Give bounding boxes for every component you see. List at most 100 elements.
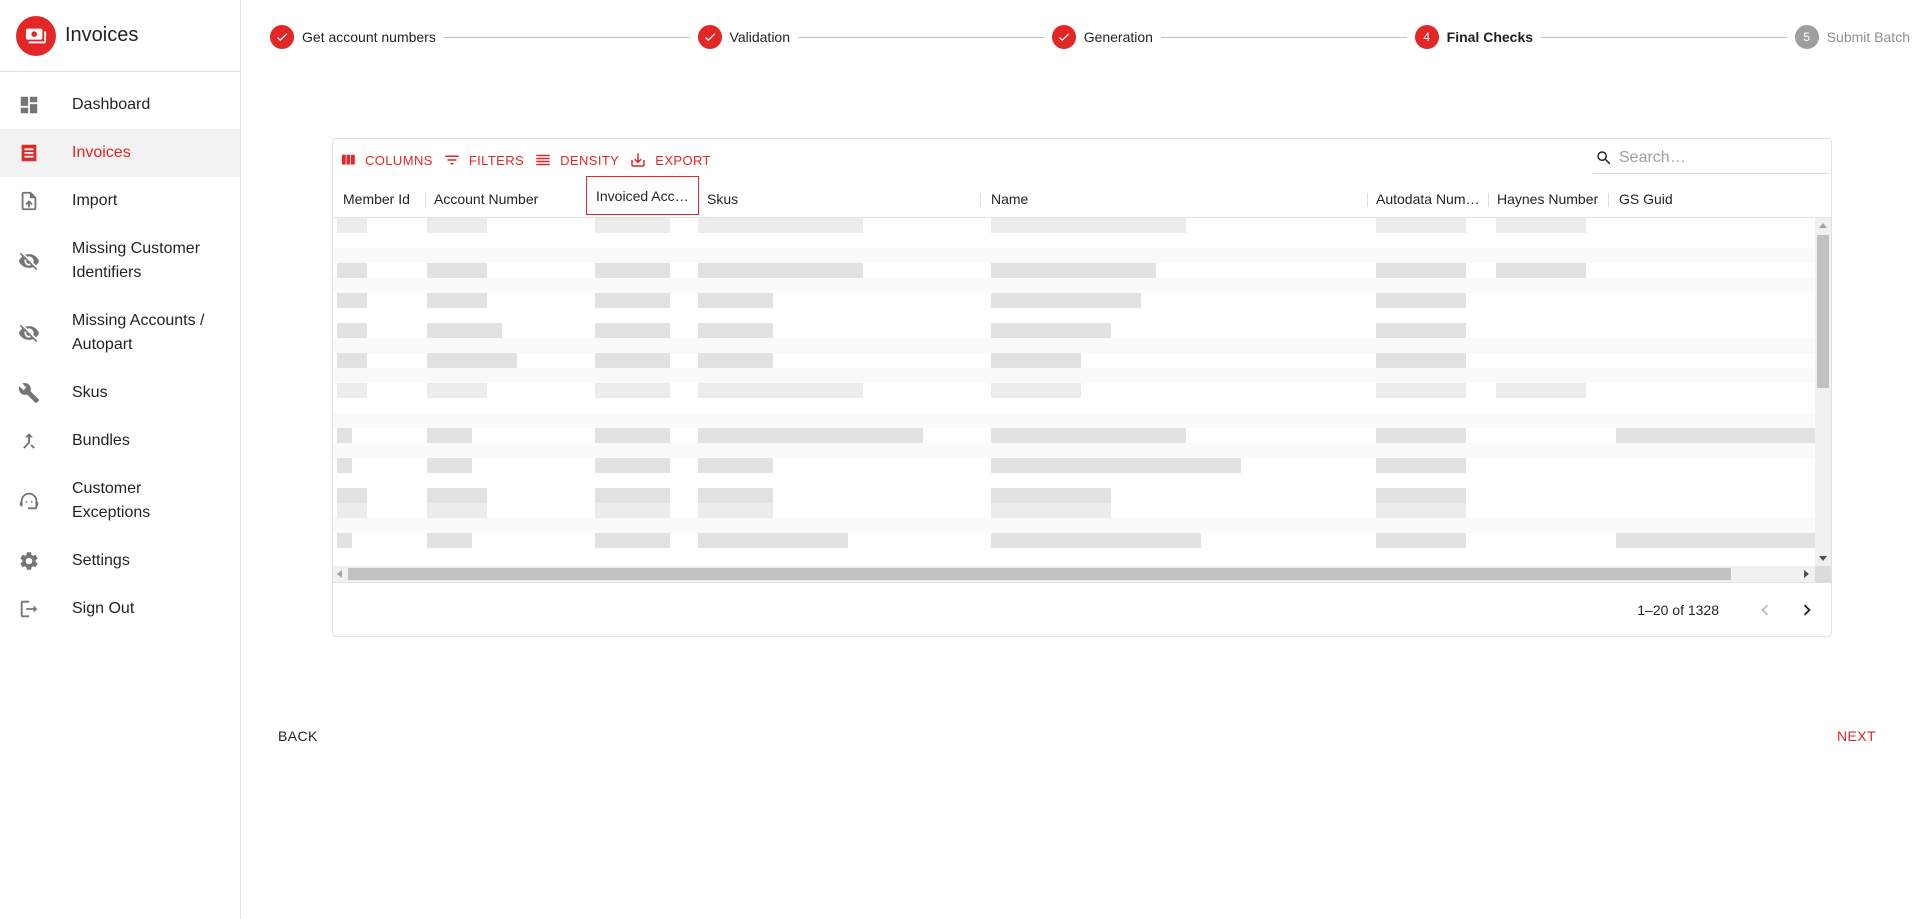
- redacted-cell: [427, 353, 517, 368]
- column-separator[interactable]: [1367, 193, 1368, 207]
- check-circle-icon: [270, 25, 294, 49]
- redacted-cell: [427, 383, 487, 398]
- scroll-down-arrow-icon[interactable]: [1819, 556, 1827, 561]
- column-separator[interactable]: [980, 193, 981, 207]
- redacted-cell: [698, 428, 923, 443]
- column-header-account-number[interactable]: Account Number: [434, 181, 538, 217]
- gear-icon: [0, 550, 72, 572]
- scroll-left-arrow-icon[interactable]: [337, 570, 342, 578]
- sidebar-item-import[interactable]: Import: [0, 177, 240, 225]
- merge-icon: [0, 430, 72, 452]
- step-connector: [798, 36, 1044, 38]
- redacted-cell: [427, 458, 472, 473]
- redacted-cell: [595, 293, 670, 308]
- scroll-right-arrow-icon[interactable]: [1804, 570, 1809, 578]
- grid-toolbar: COLUMNS FILTERS DENSITY EXPORT: [333, 139, 1831, 181]
- dashboard-icon: [0, 94, 72, 116]
- columns-button[interactable]: COLUMNS: [339, 151, 433, 169]
- table-row[interactable]: [333, 533, 1815, 548]
- column-separator[interactable]: [1608, 193, 1609, 207]
- redacted-cell: [991, 353, 1081, 368]
- search-icon: [1597, 151, 1611, 165]
- step-generation: Generation: [1051, 25, 1153, 49]
- redacted-cell: [337, 458, 352, 473]
- redacted-cell: [698, 458, 773, 473]
- step-label: Get account numbers: [302, 29, 436, 45]
- sidebar-item-missing-customer-identifiers[interactable]: Missing Customer Identifiers: [0, 225, 240, 297]
- column-separator[interactable]: [425, 193, 426, 207]
- table-row[interactable]: [333, 488, 1815, 503]
- sidebar-item-label: Settings: [72, 552, 130, 569]
- sidebar-item-label: Skus: [72, 384, 108, 401]
- column-header-autodata-number[interactable]: Autodata Num…: [1376, 181, 1480, 217]
- column-separator[interactable]: [1488, 193, 1489, 207]
- redacted-cell: [427, 218, 487, 233]
- chevron-left-icon: [1761, 604, 1769, 616]
- table-row[interactable]: [333, 368, 1815, 383]
- wrench-icon: [0, 382, 72, 404]
- table-row[interactable]: [333, 218, 1815, 248]
- table-row[interactable]: [333, 383, 1815, 413]
- column-header-member-id[interactable]: Member Id: [343, 181, 410, 217]
- step-label: Validation: [729, 29, 790, 45]
- table-row[interactable]: [333, 413, 1815, 428]
- table-row[interactable]: [333, 428, 1815, 443]
- previous-page-button[interactable]: [1751, 596, 1779, 624]
- horizontal-scrollbar[interactable]: [333, 566, 1815, 583]
- search-field[interactable]: [1593, 143, 1829, 174]
- scrollbar-thumb[interactable]: [348, 568, 1731, 580]
- next-page-button[interactable]: [1793, 596, 1821, 624]
- scroll-up-arrow-icon[interactable]: [1819, 223, 1827, 228]
- support-agent-icon: [0, 490, 72, 512]
- sidebar-item-dashboard[interactable]: Dashboard: [0, 81, 240, 129]
- redacted-cell: [337, 263, 367, 278]
- sidebar-item-bundles[interactable]: Bundles: [0, 417, 240, 465]
- redacted-cell: [991, 503, 1111, 518]
- redacted-cell: [1376, 383, 1466, 398]
- redacted-cell: [427, 428, 472, 443]
- table-row[interactable]: [333, 338, 1815, 353]
- column-header-invoiced-account[interactable]: Invoiced Acc…: [586, 176, 699, 215]
- sidebar-item-label: Missing Customer Identifiers: [72, 240, 201, 281]
- table-row[interactable]: [333, 278, 1815, 293]
- sidebar-item-customer-exceptions[interactable]: Customer Exceptions: [0, 465, 240, 537]
- column-header-gs-guid[interactable]: GS Guid: [1619, 181, 1673, 217]
- column-header-name[interactable]: Name: [991, 181, 1028, 217]
- view-column-icon: [342, 154, 355, 165]
- step-final-checks: 4 Final Checks: [1414, 25, 1534, 49]
- next-button[interactable]: NEXT: [1829, 720, 1884, 752]
- sidebar-item-invoices[interactable]: Invoices: [0, 129, 240, 177]
- column-header-skus[interactable]: Skus: [707, 181, 738, 217]
- redacted-cell: [595, 458, 670, 473]
- table-row[interactable]: [333, 293, 1815, 323]
- sidebar-item-sign-out[interactable]: Sign Out: [0, 585, 240, 633]
- density-button[interactable]: DENSITY: [534, 151, 619, 169]
- table-row[interactable]: [333, 248, 1815, 263]
- table-row[interactable]: [333, 518, 1815, 533]
- sidebar-item-missing-accounts-autopart[interactable]: Missing Accounts / Autopart: [0, 297, 240, 369]
- redacted-cell: [991, 323, 1111, 338]
- data-grid: COLUMNS FILTERS DENSITY EXPORT Member Id…: [332, 138, 1832, 637]
- table-row[interactable]: [333, 443, 1815, 458]
- search-input[interactable]: [1619, 149, 1819, 167]
- scrollbar-corner: [1815, 566, 1831, 583]
- table-row[interactable]: [333, 263, 1815, 278]
- table-row[interactable]: [333, 353, 1815, 368]
- scrollbar-thumb[interactable]: [1817, 235, 1829, 388]
- redacted-cell: [595, 503, 670, 518]
- redacted-cell: [991, 533, 1201, 548]
- invoice-logo-icon: [16, 15, 56, 56]
- vertical-scrollbar[interactable]: [1815, 218, 1831, 566]
- table-row[interactable]: [333, 503, 1815, 518]
- export-button[interactable]: EXPORT: [629, 151, 711, 169]
- redacted-cell: [427, 533, 472, 548]
- filters-button[interactable]: FILTERS: [443, 151, 524, 169]
- step-label: Final Checks: [1446, 29, 1534, 45]
- redacted-cell: [427, 293, 487, 308]
- column-header-haynes-number[interactable]: Haynes Number: [1497, 181, 1598, 217]
- back-button[interactable]: BACK: [270, 720, 326, 752]
- table-row[interactable]: [333, 323, 1815, 338]
- table-row[interactable]: [333, 458, 1815, 488]
- sidebar-item-settings[interactable]: Settings: [0, 537, 240, 585]
- sidebar-item-skus[interactable]: Skus: [0, 369, 240, 417]
